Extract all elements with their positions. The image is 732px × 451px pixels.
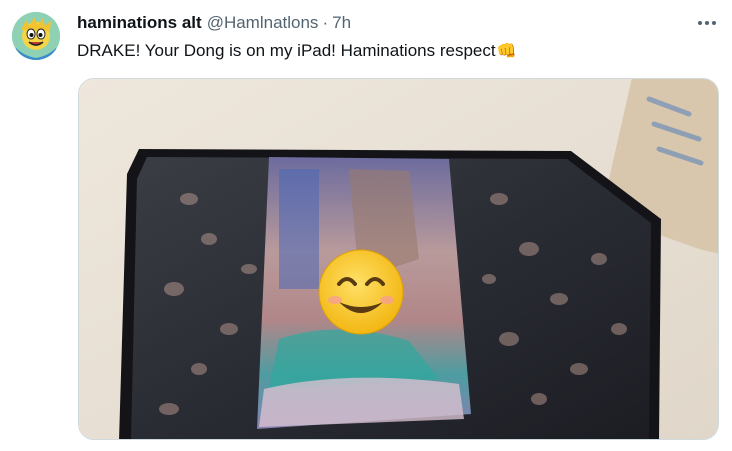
- tweet-photo[interactable]: [78, 78, 719, 440]
- separator-dot: ·: [322, 13, 329, 32]
- user-handle[interactable]: @Hamlnatlons: [207, 13, 319, 33]
- display-name[interactable]: haminations alt: [77, 13, 202, 33]
- tweet-card[interactable]: haminations alt @Hamlnatlons · 7h DRAKE!…: [0, 0, 732, 451]
- ipad-photo-image: [79, 79, 718, 439]
- fist-bump-emoji: 👊: [496, 43, 517, 60]
- smiling-face-emoji-icon: [318, 249, 404, 335]
- more-options-button[interactable]: [690, 8, 724, 38]
- avatar[interactable]: [12, 12, 60, 60]
- more-horizontal-icon: [698, 21, 716, 25]
- tweet-text-content: DRAKE! Your Dong is on my iPad! Haminati…: [77, 41, 496, 60]
- cartoon-face-avatar-icon: [12, 12, 60, 60]
- tweet-text: DRAKE! Your Dong is on my iPad! Haminati…: [77, 40, 697, 63]
- tweet-header: haminations alt @Hamlnatlons · 7h: [77, 12, 351, 34]
- timestamp[interactable]: 7h: [332, 13, 351, 33]
